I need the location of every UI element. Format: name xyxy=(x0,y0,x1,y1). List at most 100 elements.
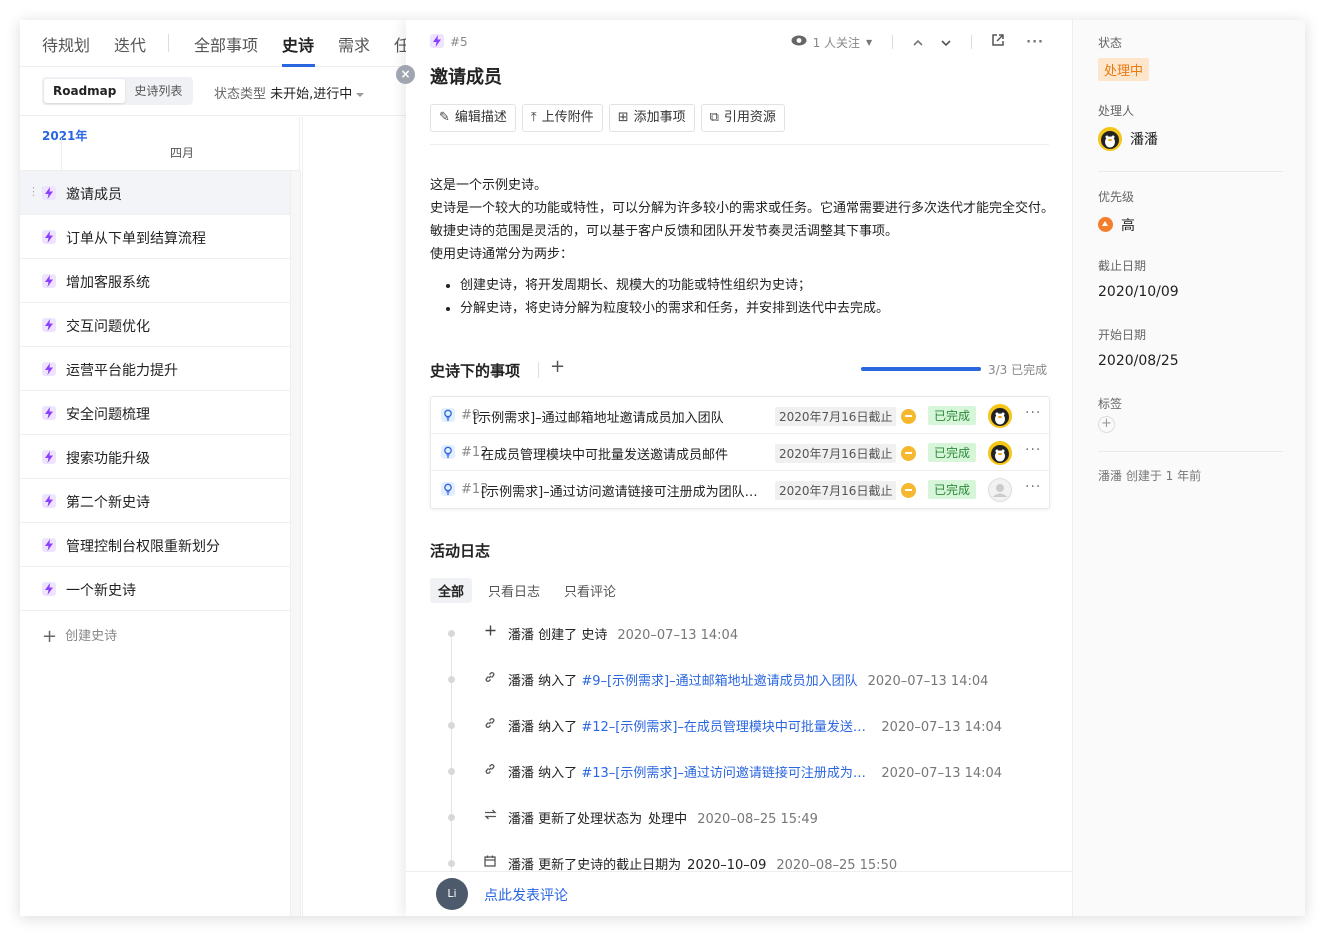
close-panel-icon[interactable]: × xyxy=(396,65,415,84)
sub-item-row[interactable]: #12 在成员管理模块中可批量发送邀请成员邮件 2020年7月16日截止 已完成 ··· xyxy=(431,434,1049,471)
detail-actions: ✎ 编辑描述 ⤒ 上传附件 ⊞ 添加事项 ⧉ 引用资源 xyxy=(430,104,785,132)
status-badge[interactable]: 已完成 xyxy=(928,406,977,425)
edit-description-label: 编辑描述 xyxy=(454,110,507,125)
status-badge[interactable]: 处理中 xyxy=(1098,58,1150,81)
upload-icon: ⤒ xyxy=(530,110,537,125)
epic-row[interactable]: 安全问题梳理 xyxy=(20,391,290,435)
avatar[interactable] xyxy=(988,441,1012,465)
add-tag-icon[interactable]: + xyxy=(1098,416,1115,433)
priority-medium-icon[interactable] xyxy=(901,483,916,498)
add-sub-item-icon[interactable]: + xyxy=(550,356,565,377)
issue-number: #5 xyxy=(450,35,468,49)
more-icon[interactable]: ··· xyxy=(1025,405,1041,421)
log-user[interactable]: 潘潘 xyxy=(508,628,534,643)
sub-item-title[interactable]: 在成员管理模块中可批量发送邀请成员邮件 xyxy=(481,444,761,463)
epic-row[interactable]: 订单从下单到结算流程 xyxy=(20,215,290,259)
reference-resource-button[interactable]: ⧉ 引用资源 xyxy=(700,104,785,132)
add-comment-link[interactable]: 点此发表评论 xyxy=(484,885,568,905)
due-date-value[interactable]: 2020/10/09 xyxy=(1098,284,1179,300)
link-icon xyxy=(482,671,498,687)
avatar[interactable] xyxy=(988,478,1012,502)
caret-down-icon: ▼ xyxy=(866,37,873,47)
swap-icon xyxy=(482,809,498,824)
epic-row[interactable]: 第二个新史诗 xyxy=(20,479,290,523)
tab-requirements[interactable]: 需求 xyxy=(338,32,370,56)
timeline-scrollbar[interactable] xyxy=(290,171,301,916)
tab-epics[interactable]: 史诗 xyxy=(282,32,314,56)
epic-row[interactable]: 搜索功能升级 xyxy=(20,435,290,479)
issue-id: #5 xyxy=(430,34,468,49)
epic-row[interactable]: 增加客服系统 xyxy=(20,259,290,303)
chevron-up-icon[interactable] xyxy=(913,35,923,50)
priority-medium-icon[interactable] xyxy=(901,446,916,461)
upload-attachment-button[interactable]: ⤒ 上传附件 xyxy=(521,104,603,132)
log-user[interactable]: 潘潘 xyxy=(508,674,534,689)
divider xyxy=(430,144,1049,145)
open-new-window-icon[interactable] xyxy=(992,34,1004,50)
tab-backlog[interactable]: 待规划 xyxy=(42,32,90,56)
epic-row[interactable]: 交互问题优化 xyxy=(20,303,290,347)
tab-all-items[interactable]: 全部事项 xyxy=(194,32,258,56)
detail-sidebar: 状态 处理中 处理人 潘潘 优先级 高 截止日期 2020/10/09 开始日期… xyxy=(1073,20,1305,916)
more-icon[interactable]: ··· xyxy=(1025,479,1041,495)
log-item-link[interactable]: #13–[示例需求]–通过访问邀请链接可注册成为团队成员 xyxy=(581,762,871,781)
log-user[interactable]: 潘潘 xyxy=(508,720,534,735)
log-tab-comments-only[interactable]: 只看评论 xyxy=(556,578,624,603)
epic-description[interactable]: 这是一个示例史诗。 史诗是一个较大的功能或特性，可以分解为许多较小的需求或任务。… xyxy=(430,174,1054,320)
status-badge[interactable]: 已完成 xyxy=(928,480,977,499)
timeline-dot xyxy=(448,630,455,637)
more-icon[interactable]: ··· xyxy=(1025,442,1041,458)
assignee-label: 处理人 xyxy=(1098,104,1135,118)
priority-value: 高 xyxy=(1121,218,1135,234)
chevron-down-icon[interactable] xyxy=(941,35,951,50)
log-text: 潘潘 纳入了 #13–[示例需求]–通过访问邀请链接可注册成为团队成员 2020–… xyxy=(508,762,1002,781)
epic-bolt-icon xyxy=(42,274,56,288)
log-user[interactable]: 潘潘 xyxy=(508,766,534,781)
created-info: 潘潘 创建于 1 年前 xyxy=(1098,469,1202,483)
due-date-badge[interactable]: 2020年7月16日截止 xyxy=(775,481,897,500)
sub-item-row[interactable]: #13 [示例需求]–通过访问邀请链接可注册成为团队成员 2020年7月16日截止已… xyxy=(431,471,1049,508)
epic-title[interactable]: 邀请成员 xyxy=(430,63,502,89)
assignee-name: 潘潘 xyxy=(1130,132,1158,148)
log-item-link[interactable]: #9–[示例需求]–通过邮箱地址邀请成员加入团队 xyxy=(581,670,857,689)
activity-log-title: 活动日志 xyxy=(430,542,491,560)
epic-row[interactable]: 管理控制台权限重新划分 xyxy=(20,523,290,567)
epic-row[interactable]: 一个新史诗 xyxy=(20,567,290,611)
more-icon[interactable]: ··· xyxy=(1026,35,1044,50)
description-paragraph: 使用史诗通常分为两步： xyxy=(430,247,574,262)
log-item-link[interactable]: #12–[示例需求]–在成员管理模块中可批量发送邀请成员邮件 xyxy=(581,716,871,735)
epic-label: 订单从下单到结算流程 xyxy=(66,231,206,247)
watchers-count[interactable]: 1 人关注 xyxy=(813,34,860,51)
epic-bolt-icon xyxy=(42,582,56,596)
start-date-value[interactable]: 2020/08/25 xyxy=(1098,353,1179,369)
priority-medium-icon[interactable] xyxy=(901,409,916,424)
edit-description-button[interactable]: ✎ 编辑描述 xyxy=(430,104,516,132)
epic-row[interactable]: 运营平台能力提升 xyxy=(20,347,290,391)
assignee-field[interactable]: 潘潘 xyxy=(1098,127,1158,151)
priority-field[interactable]: 高 xyxy=(1098,215,1135,235)
epic-list: ⋮⋮ 邀请成员订单从下单到结算流程增加客服系统 交互问题优化运营平台能力提升安全问题… xyxy=(20,171,290,611)
due-date-badge[interactable]: 2020年7月16日截止 xyxy=(775,407,897,426)
start-date-label: 开始日期 xyxy=(1098,328,1147,342)
timeline-year: 2021年 xyxy=(42,129,88,143)
epic-row[interactable]: ⋮⋮ 邀请成员 xyxy=(20,171,290,215)
sub-item-row[interactable]: #9 [示例需求]–通过邮箱地址邀请成员加入团队 2020年7月16日截止 已完成 ··… xyxy=(431,397,1049,434)
log-user[interactable]: 潘潘 xyxy=(508,812,534,827)
header-divider xyxy=(892,35,894,49)
add-item-button[interactable]: ⊞ 添加事项 xyxy=(608,104,695,132)
log-tab-all[interactable]: 全部 xyxy=(430,578,473,603)
create-epic-button[interactable]: + 创建史诗 xyxy=(42,625,117,647)
status-badge[interactable]: 已完成 xyxy=(928,443,977,462)
lightbulb-icon xyxy=(441,408,455,422)
status-type-filter[interactable]: 状态类型 未开始,进行中 xyxy=(214,83,365,102)
avatar[interactable] xyxy=(988,404,1012,428)
sub-item-title[interactable]: [示例需求]–通过访问邀请链接可注册成为团队成员 xyxy=(481,481,761,500)
roadmap-view-button[interactable]: Roadmap xyxy=(44,79,126,103)
epic-list-view-button[interactable]: 史诗列表 xyxy=(125,79,191,103)
epic-label: 运营平台能力提升 xyxy=(66,363,178,379)
tab-iteration[interactable]: 迭代 xyxy=(114,32,146,56)
due-date-badge[interactable]: 2020年7月16日截止 xyxy=(775,444,897,463)
sub-item-title[interactable]: [示例需求]–通过邮箱地址邀请成员加入团队 xyxy=(473,407,761,426)
eye-icon[interactable] xyxy=(791,35,807,50)
log-tab-logs-only[interactable]: 只看日志 xyxy=(480,578,548,603)
